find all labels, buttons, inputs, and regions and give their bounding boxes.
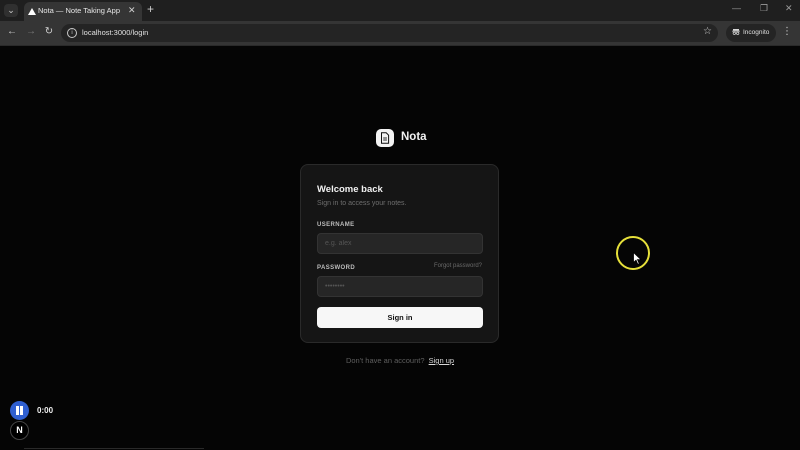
url-text[interactable]: localhost:3000/login [82,28,148,37]
username-label: USERNAME [317,222,355,228]
browser-tab-bar: ⌄ Nota — Note Taking App ✕ + — ❐ ✕ [0,0,800,21]
site-info-icon[interactable]: i [67,28,77,38]
window-close-button[interactable]: ✕ [785,3,793,14]
new-tab-button[interactable]: + [147,2,154,16]
login-title: Welcome back [317,184,383,195]
tab-search-button[interactable]: ⌄ [4,4,18,17]
tab-title: Nota — Note Taking App [38,6,120,15]
signup-prompt: Don't have an account? Sign up [0,356,800,365]
recording-time: 0:00 [37,406,54,415]
nextjs-badge-icon[interactable]: N [10,421,29,440]
incognito-label: Incognito [743,29,770,36]
reload-button[interactable]: ↻ [43,26,55,37]
triangle-favicon-icon [28,8,36,15]
address-bar[interactable]: i localhost:3000/login ☆ [61,24,718,42]
incognito-indicator[interactable]: Incognito [726,24,776,42]
bookmark-star-icon[interactable]: ☆ [703,26,712,37]
forgot-password-link[interactable]: Forgot password? [434,263,482,269]
tab-close-icon[interactable]: ✕ [128,5,136,16]
document-logo-icon [376,129,394,147]
password-label: PASSWORD [317,265,356,271]
brand-name: Nota [401,131,427,143]
incognito-icon [732,29,740,35]
no-account-text: Don't have an account? [345,356,425,365]
sign-in-button[interactable]: Sign in [317,307,483,328]
sign-up-link[interactable]: Sign up [429,356,454,365]
login-card: Welcome back Sign in to access your note… [300,164,499,343]
mouse-pointer-icon [633,252,642,265]
password-input[interactable] [317,276,483,297]
bottom-divider [24,448,204,449]
browser-menu-icon[interactable]: ⋮ [782,26,792,37]
forward-button[interactable]: → [25,26,37,37]
restore-button[interactable]: ❐ [760,3,768,14]
back-button[interactable]: ← [6,26,18,37]
username-input[interactable] [317,233,483,254]
browser-tab[interactable]: Nota — Note Taking App ✕ [24,2,142,21]
minimize-button[interactable]: — [732,3,741,13]
browser-toolbar: ← → ↻ i localhost:3000/login ☆ Incognito… [0,21,800,46]
recording-pause-icon[interactable] [10,401,29,420]
login-subtitle: Sign in to access your notes. [317,200,407,207]
